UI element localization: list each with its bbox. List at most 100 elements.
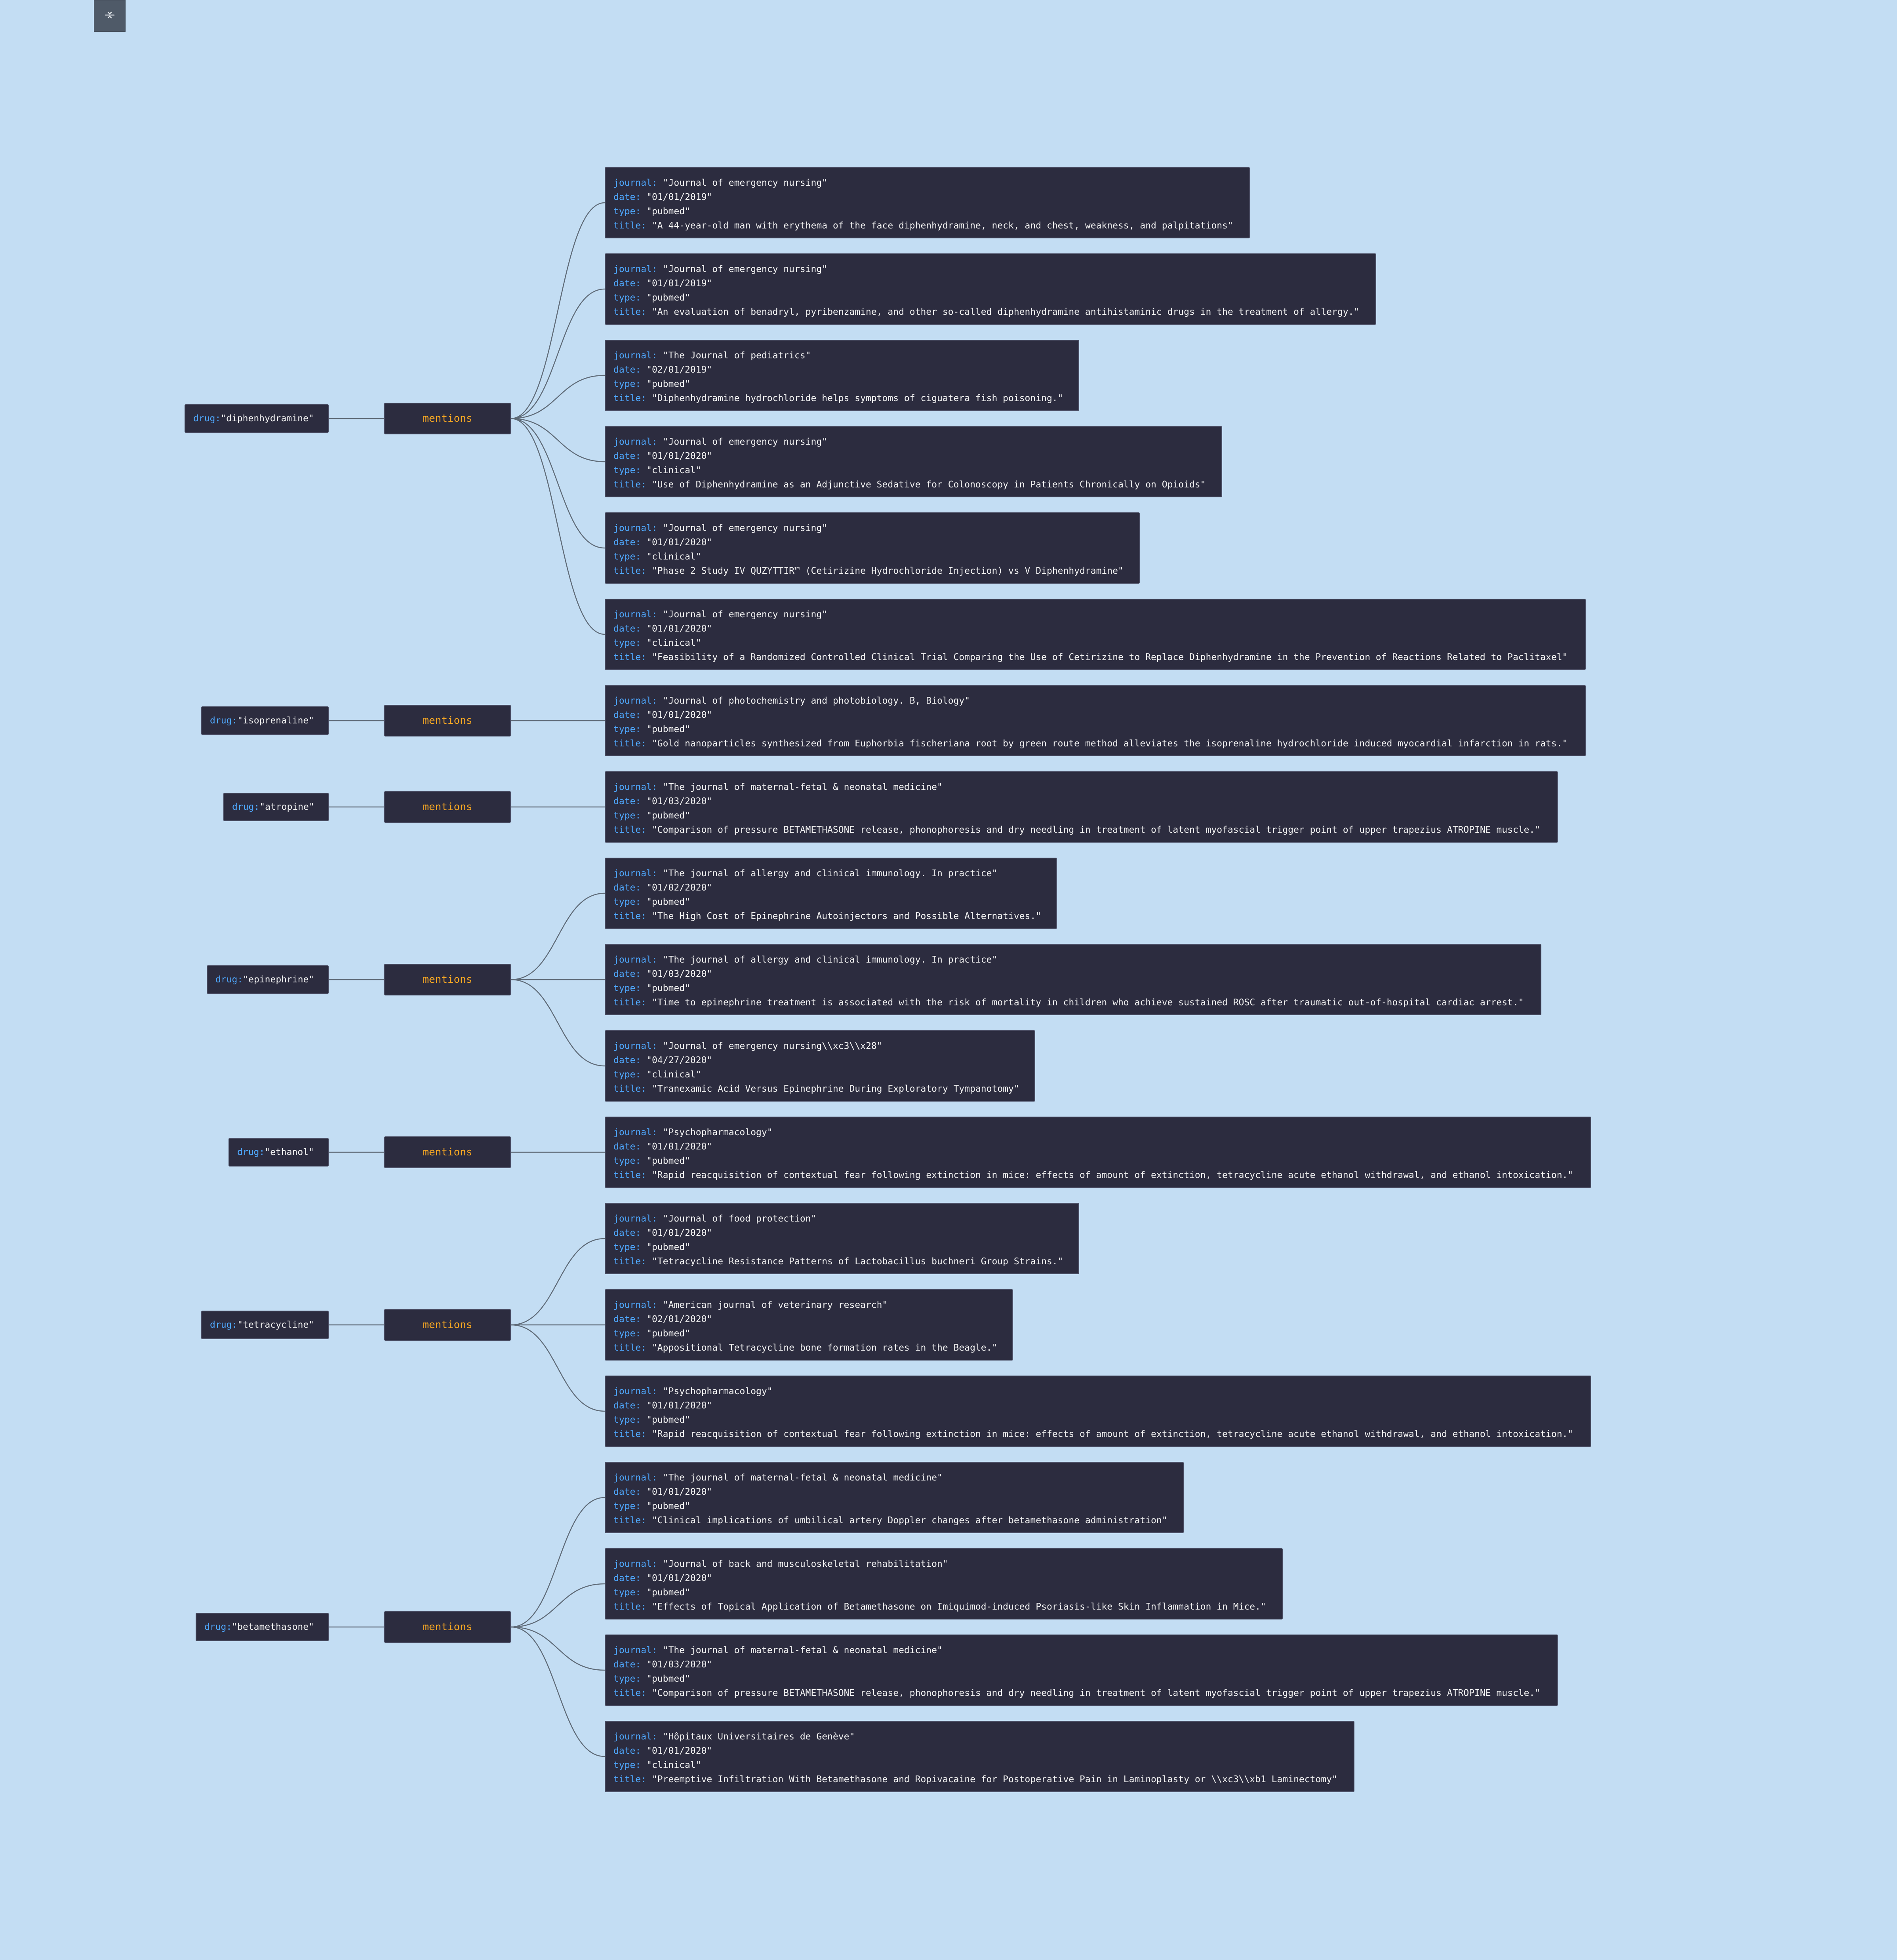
type-key: type: — [613, 1328, 641, 1339]
mention-card[interactable]: journal: "Psychopharmacology" date: "01/0… — [605, 1376, 1591, 1447]
date-value: "02/01/2019" — [646, 365, 712, 375]
title-row: title: "Rapid reacquisition of contextua… — [613, 1168, 1583, 1182]
drug-node[interactable]: drug: "diphenhydramine" — [185, 404, 329, 433]
title-key: title: — [613, 1256, 647, 1267]
journal-value: "Journal of emergency nursing" — [663, 523, 828, 533]
title-row: title: "Tetracycline Resistance Patterns… — [613, 1254, 1070, 1269]
mentions-node[interactable]: mentions — [384, 964, 511, 995]
drug-node[interactable]: drug: "tetracycline" — [201, 1311, 329, 1339]
mention-card[interactable]: journal: "The journal of allergy and cli… — [605, 858, 1057, 929]
type-row: type: "clinical" — [613, 550, 1131, 564]
journal-value: "Journal of back and musculoskeletal reh… — [663, 1559, 948, 1569]
date-value: "01/01/2020" — [646, 1401, 712, 1411]
drug-node[interactable]: drug: "isoprenaline" — [201, 706, 329, 735]
journal-value: "The journal of maternal-fetal & neonata… — [663, 1645, 943, 1656]
drug-node[interactable]: drug: "betamethasone" — [196, 1613, 329, 1641]
mentions-node[interactable]: mentions — [384, 403, 511, 434]
mention-card[interactable]: journal: "Journal of emergency nursing\\… — [605, 1030, 1035, 1102]
tree-link — [510, 418, 605, 635]
journal-key: journal: — [613, 868, 657, 879]
mention-card[interactable]: journal: "Journal of emergency nursing" d… — [605, 253, 1376, 325]
type-row: type: "clinical" — [613, 1758, 1346, 1772]
mentions-node[interactable]: mentions — [384, 1136, 511, 1168]
title-row: title: "Diphenhydramine hydrochloride he… — [613, 391, 1070, 405]
journal-row: journal: "Journal of emergency nursing\\… — [613, 1039, 1027, 1053]
journal-row: journal: "Journal of back and musculoske… — [613, 1557, 1274, 1571]
type-row: type: "pubmed" — [613, 1672, 1549, 1686]
journal-key: journal: — [613, 523, 657, 533]
title-row: title: "Comparison of pressure BETAMETHA… — [613, 823, 1549, 837]
journal-key: journal: — [613, 1127, 657, 1138]
journal-value: "The journal of maternal-fetal & neonata… — [663, 782, 943, 792]
mention-card[interactable]: journal: "Journal of emergency nursing" d… — [605, 512, 1140, 584]
tree-link — [510, 202, 605, 419]
type-key: type: — [613, 206, 641, 217]
tree-link — [510, 892, 605, 980]
mention-card[interactable]: journal: "Journal of photochemistry and … — [605, 685, 1586, 756]
title-value: "Effects of Topical Application of Betam… — [651, 1602, 1266, 1612]
date-row: date: "01/01/2020" — [613, 1744, 1346, 1758]
mention-card[interactable]: journal: "Psychopharmacology" date: "01/0… — [605, 1117, 1591, 1188]
mention-card[interactable]: journal: "The journal of maternal-fetal … — [605, 1635, 1558, 1706]
drug-key: drug: — [215, 974, 243, 985]
date-key: date: — [613, 1573, 641, 1583]
journal-value: "Journal of emergency nursing" — [663, 609, 828, 620]
date-row: date: "01/01/2020" — [613, 1140, 1583, 1154]
drug-node[interactable]: drug: "epinephrine" — [207, 965, 329, 994]
mention-card[interactable]: journal: "Journal of emergency nursing" d… — [605, 599, 1586, 670]
type-key: type: — [613, 1587, 641, 1598]
title-value: "Diphenhydramine hydrochloride helps sym… — [651, 393, 1063, 403]
type-value: "clinical" — [646, 1069, 701, 1080]
mention-card[interactable]: journal: "The journal of maternal-fetal … — [605, 771, 1558, 843]
journal-value: "Psychopharmacology" — [663, 1386, 773, 1397]
collapse-expand-button[interactable] — [94, 0, 126, 32]
journal-value: "The Journal of pediatrics" — [663, 350, 811, 361]
drug-key: drug: — [204, 1622, 232, 1632]
journal-key: journal: — [613, 437, 657, 447]
mention-card[interactable]: journal: "The Journal of pediatrics" date… — [605, 340, 1079, 411]
title-key: title: — [613, 307, 647, 317]
date-row: date: "01/03/2020" — [613, 1657, 1549, 1672]
type-value: "pubmed" — [646, 724, 690, 735]
title-key: title: — [613, 566, 647, 576]
mentions-node[interactable]: mentions — [384, 1309, 511, 1341]
journal-row: journal: "The journal of maternal-fetal … — [613, 1471, 1175, 1485]
mentions-label: mentions — [423, 974, 472, 986]
title-row: title: "Rapid reacquisition of contextua… — [613, 1427, 1583, 1441]
date-value: "01/01/2020" — [646, 1746, 712, 1756]
journal-row: journal: "Journal of emergency nursing" — [613, 607, 1577, 622]
drug-key: drug: — [210, 1320, 238, 1330]
tree-link — [510, 1497, 605, 1628]
tree-link — [510, 1583, 605, 1628]
title-row: title: "Phase 2 Study IV QUZYTTIR™ (Ceti… — [613, 564, 1131, 578]
journal-row: journal: "Journal of emergency nursing" — [613, 521, 1131, 535]
mentions-node[interactable]: mentions — [384, 705, 511, 736]
journal-key: journal: — [613, 609, 657, 620]
date-value: "01/02/2020" — [646, 883, 712, 893]
type-key: type: — [613, 1156, 641, 1166]
mention-card[interactable]: journal: "Hôpitaux Universitaires de Gen… — [605, 1721, 1354, 1792]
journal-row: journal: "Journal of emergency nursing" — [613, 176, 1241, 190]
mention-card[interactable]: journal: "Journal of food protection" dat… — [605, 1203, 1079, 1274]
type-key: type: — [613, 1069, 641, 1080]
journal-key: journal: — [613, 1732, 657, 1742]
mentions-node[interactable]: mentions — [384, 791, 511, 823]
mention-card[interactable]: journal: "Journal of emergency nursing" d… — [605, 426, 1222, 497]
tree-link — [510, 418, 605, 549]
tree-link — [510, 1626, 605, 1671]
mention-card[interactable]: journal: "Journal of back and musculoske… — [605, 1548, 1283, 1619]
type-value: "clinical" — [646, 638, 701, 648]
mentions-node[interactable]: mentions — [384, 1611, 511, 1643]
drug-node[interactable]: drug: "ethanol" — [229, 1138, 329, 1166]
title-key: title: — [613, 738, 647, 749]
drug-node[interactable]: drug: "atropine" — [223, 793, 329, 821]
journal-row: journal: "The journal of allergy and cli… — [613, 866, 1048, 881]
mention-card[interactable]: journal: "The journal of maternal-fetal … — [605, 1462, 1184, 1533]
title-key: title: — [613, 1688, 647, 1698]
mention-card[interactable]: journal: "American journal of veterinary… — [605, 1289, 1013, 1361]
mention-card[interactable]: journal: "Journal of emergency nursing" d… — [605, 167, 1250, 238]
date-value: "01/03/2020" — [646, 796, 712, 807]
title-value: "Use of Diphenhydramine as an Adjunctive… — [651, 480, 1206, 490]
mention-card[interactable]: journal: "The journal of allergy and cli… — [605, 944, 1541, 1015]
type-value: "pubmed" — [646, 293, 690, 303]
